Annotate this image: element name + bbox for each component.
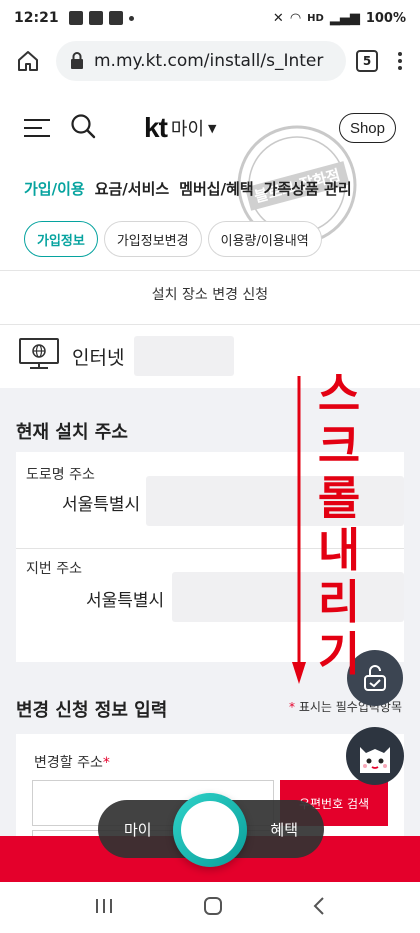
home-nav-icon[interactable] <box>203 896 223 920</box>
tab-join-info-change[interactable]: 가입정보변경 <box>103 221 202 257</box>
lock-icon <box>70 52 84 70</box>
annotation-char: 리 <box>317 575 361 629</box>
signal-icon: ▂▄▆ <box>329 10 360 26</box>
browser-toolbar: m.my.kt.com/install/s_Inter 5 <box>0 36 420 86</box>
logo-suffix: 마이 <box>170 119 205 140</box>
masked-service-id <box>134 336 235 376</box>
nav-item-join-use[interactable]: 가입/이용 <box>24 178 85 199</box>
nav-item-rate-service[interactable]: 요금/서비스 <box>95 178 169 199</box>
back-icon[interactable] <box>312 896 326 920</box>
service-row: 인터넷 <box>18 336 235 376</box>
service-name: 인터넷 <box>72 346 125 369</box>
road-address-label: 도로명 주소 <box>26 467 95 483</box>
wifi-icon: ◠ <box>289 10 302 26</box>
monitor-icon <box>18 337 60 376</box>
road-address-value: 서울특별시 <box>62 495 141 515</box>
annotation-char: 스 <box>317 367 361 421</box>
unlock-icon <box>364 665 386 691</box>
new-address-label: 변경할 주소* <box>34 752 110 772</box>
search-icon[interactable] <box>70 113 96 143</box>
network-type: HD <box>307 12 324 24</box>
kt-logo[interactable]: kt 마이 ▼ <box>144 112 217 144</box>
lot-address-label: 지번 주소 <box>26 561 82 577</box>
scroll-down-annotation: 스 크 롤 내 리 기 <box>316 368 362 680</box>
system-icons: ✕ ◠ HD ▂▄▆ 100% <box>273 11 406 26</box>
hamburger-menu-icon[interactable] <box>24 119 54 137</box>
puzzle-icon <box>88 11 103 25</box>
benefit-nav-button[interactable]: 혜택 <box>270 819 298 840</box>
current-address-title: 현재 설치 주소 <box>16 422 128 443</box>
masked-road-address <box>146 476 404 526</box>
lot-address-value: 서울특별시 <box>86 591 165 611</box>
divider <box>0 324 420 325</box>
annotation-char: 기 <box>317 627 361 681</box>
address-bar[interactable]: m.my.kt.com/install/s_Inter <box>56 41 346 81</box>
new-address-label-text: 변경할 주소 <box>34 755 103 771</box>
nav-item-family-product[interactable]: 가족상품 관리 <box>264 178 352 199</box>
url-text: m.my.kt.com/install/s_Inter <box>94 51 324 71</box>
more-notifications-icon <box>128 15 134 21</box>
page-title: 설치 장소 변경 신청 <box>151 287 269 303</box>
annotation-char: 내 <box>317 523 361 577</box>
home-icon[interactable] <box>10 43 46 79</box>
gallery-icon <box>68 11 83 25</box>
cat-character-icon <box>360 747 390 773</box>
my-nav-button[interactable]: 마이 <box>124 819 152 840</box>
notification-icons <box>68 11 134 25</box>
app-icon <box>108 11 123 25</box>
required-star: * <box>288 700 295 714</box>
browser-menu-icon[interactable] <box>390 52 410 70</box>
kt-logo-text: kt <box>144 112 168 143</box>
tab-switcher-button[interactable]: 5 <box>356 50 378 72</box>
mute-icon: ✕ <box>272 10 284 26</box>
center-button-face <box>181 801 239 859</box>
android-nav-bar <box>0 882 420 933</box>
main-nav: 가입/이용 요금/서비스 멤버십/혜택 가족상품 관리 <box>0 170 420 206</box>
required-star: * <box>102 755 110 771</box>
annotation-char: 롤 <box>317 471 361 525</box>
scroll-down-arrow-icon <box>292 376 306 684</box>
center-home-button[interactable] <box>173 793 247 867</box>
masked-lot-address <box>172 572 404 622</box>
battery-level: 100% <box>365 10 406 26</box>
status-time: 12:21 <box>14 10 59 26</box>
tab-join-info[interactable]: 가입정보 <box>24 221 98 257</box>
recent-apps-icon[interactable] <box>94 897 114 919</box>
tab-usage-history[interactable]: 이용량/이용내역 <box>207 221 322 257</box>
divider <box>0 270 420 271</box>
nav-item-membership[interactable]: 멤버십/혜택 <box>179 178 253 199</box>
sub-tabs: 가입정보 가입정보변경 이용량/이용내역 <box>0 218 420 260</box>
status-bar: 12:21 ✕ ◠ HD ▂▄▆ 100% <box>0 0 420 36</box>
chatbot-fab[interactable] <box>346 727 404 785</box>
change-form-title: 변경 신청 정보 입력 <box>16 700 168 721</box>
caret-down-icon: ▼ <box>208 121 217 135</box>
annotation-char: 크 <box>317 419 361 473</box>
